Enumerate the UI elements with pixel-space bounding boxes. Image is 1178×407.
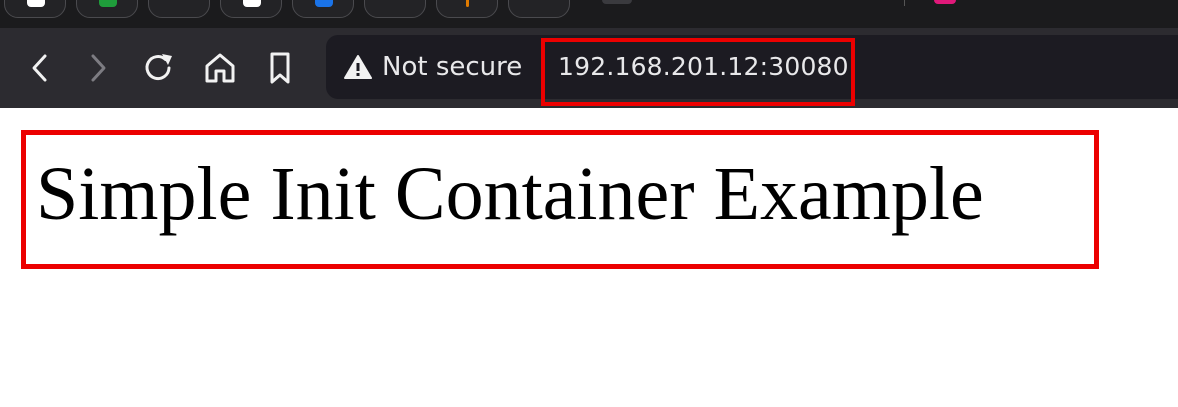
site-security-indicator[interactable]: Not secure <box>344 35 522 99</box>
browser-tab[interactable] <box>4 0 66 18</box>
browser-tab[interactable] <box>436 0 498 18</box>
warning-triangle-icon <box>344 55 372 79</box>
tab-favicon-icon <box>466 0 469 7</box>
tab-favicon-icon <box>243 0 261 7</box>
tab-strip <box>0 0 1178 28</box>
tab-favicon-icon <box>27 0 45 7</box>
reload-button[interactable] <box>139 48 179 88</box>
back-arrow-icon <box>32 54 47 82</box>
browser-tab[interactable] <box>76 0 138 18</box>
address-bar[interactable]: Not secure 192.168.201.12:30080 <box>326 35 1178 99</box>
reload-icon <box>145 54 172 81</box>
forward-button[interactable] <box>78 48 118 88</box>
forward-arrow-icon <box>91 54 106 82</box>
url-text[interactable]: 192.168.201.12:30080 <box>558 35 849 99</box>
tab-favicon-icon <box>934 0 956 4</box>
home-button[interactable] <box>200 48 240 88</box>
browser-tab[interactable] <box>220 0 282 18</box>
home-icon <box>205 53 235 83</box>
tab-favicon-icon <box>315 0 333 7</box>
tab-favicon-icon <box>99 0 117 7</box>
browser-tab[interactable] <box>364 0 426 18</box>
tab-divider <box>904 0 905 6</box>
back-button[interactable] <box>20 48 60 88</box>
bookmark-icon <box>270 52 290 84</box>
browser-toolbar: Not secure 192.168.201.12:30080 <box>0 28 1178 108</box>
bookmark-button[interactable] <box>260 48 300 88</box>
browser-tab[interactable] <box>148 0 210 18</box>
browser-tab[interactable] <box>292 0 354 18</box>
page-heading: Simple Init Container Example <box>36 152 984 236</box>
security-label: Not secure <box>382 52 523 82</box>
tab-favicon-icon <box>602 0 632 4</box>
browser-tab[interactable] <box>508 0 570 18</box>
